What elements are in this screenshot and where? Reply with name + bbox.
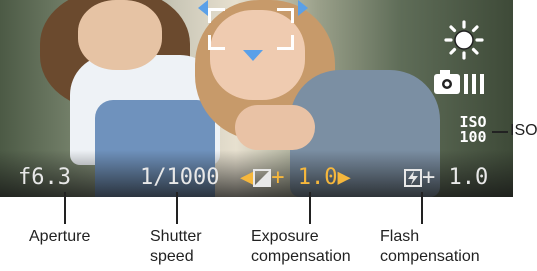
iso-setting-icon: ISO 100 — [454, 115, 492, 149]
exposure-callout-line — [309, 192, 311, 224]
photo-subject-right-arm — [235, 105, 315, 150]
flash-compensation-readout: + 1.0 — [404, 166, 488, 190]
camera-lcd-preview: ISO 100 f6.3 1/1000 ◀ + 1.0▶ + 1.0 — [0, 0, 513, 197]
flash-value: + 1.0 — [422, 165, 489, 190]
shutter-caption: Shutter speed — [150, 227, 202, 267]
exposure-value: + 1.0 — [271, 165, 338, 190]
aperture-caption-text: Aperture — [29, 228, 91, 245]
aperture-caption: Aperture — [29, 227, 90, 247]
focus-corner-top-right — [277, 8, 294, 23]
shutter-speed-readout: 1/1000 — [140, 165, 220, 190]
exposure-compensation-readout: ◀ + 1.0▶ — [240, 166, 351, 190]
iso-callout-line — [492, 131, 508, 133]
shutter-caption-line1: Shutter — [150, 228, 202, 245]
flash-caption-line2: compensation — [380, 248, 480, 265]
exposure-left-arrow-icon: ◀ — [240, 165, 254, 190]
flash-caption-line1: Flash — [380, 228, 420, 245]
photo-subject-left-face — [78, 0, 162, 70]
aperture-callout-line — [64, 192, 66, 224]
exposure-right-arrow-icon: ▶ — [337, 165, 351, 190]
shutter-callout-line — [176, 192, 178, 224]
exposure-compensation-icon — [253, 169, 272, 187]
exposure-caption: Exposure compensation — [251, 227, 351, 267]
camera-burst-icon — [434, 70, 484, 94]
flash-compensation-icon — [404, 169, 422, 187]
sun-icon — [444, 20, 484, 60]
focus-corner-bottom-right — [277, 35, 294, 50]
exposure-caption-line1: Exposure — [251, 228, 319, 245]
aperture-readout: f6.3 — [18, 165, 71, 190]
focus-corner-top-left — [208, 8, 225, 23]
exposure-caption-line2: compensation — [251, 248, 351, 265]
focus-frame-icon — [208, 8, 294, 50]
iso-badge-value: 100 — [459, 128, 487, 146]
focus-marker-down-icon — [243, 50, 263, 61]
flash-callout-line — [421, 192, 423, 224]
focus-marker-right-icon — [298, 0, 308, 16]
focus-marker-left-icon — [198, 0, 208, 16]
iso-caption: ISO — [510, 122, 537, 139]
shutter-caption-line2: speed — [150, 248, 194, 265]
focus-corner-bottom-left — [208, 35, 225, 50]
flash-caption: Flash compensation — [380, 227, 480, 267]
